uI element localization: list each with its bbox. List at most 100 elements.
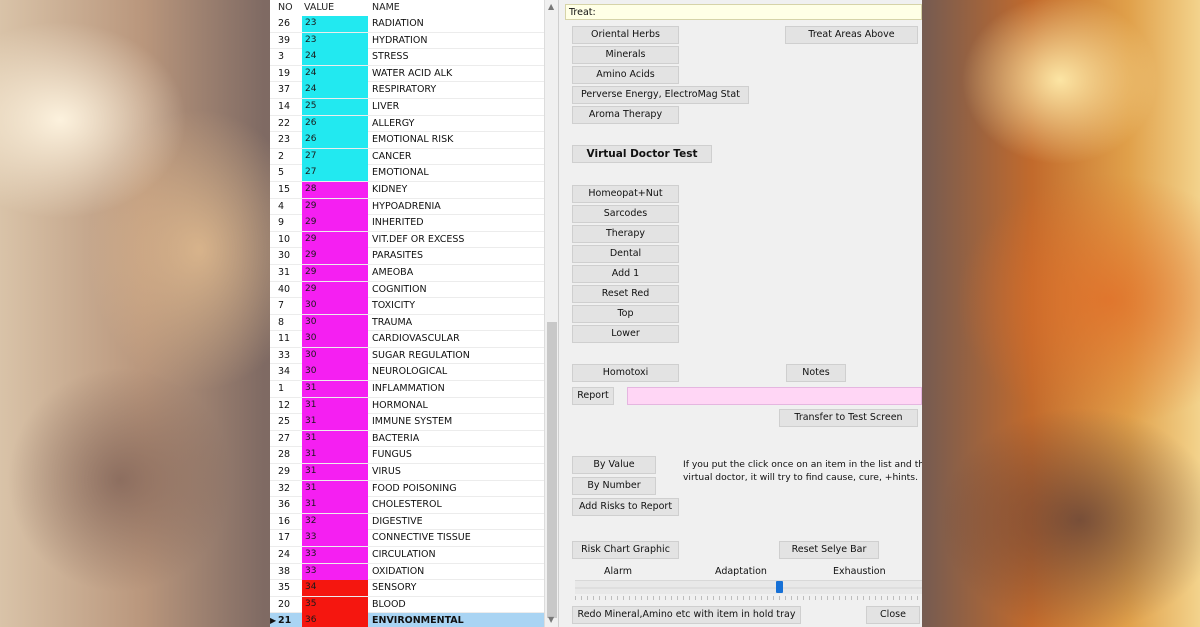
selye-alarm-label: Alarm <box>604 566 632 577</box>
homotoxi-button[interactable]: Homotoxi <box>572 364 679 382</box>
table-row[interactable]: 15 28 KIDNEY <box>270 181 544 199</box>
selye-slider-thumb[interactable] <box>776 581 783 593</box>
dental-button[interactable]: Dental <box>572 245 679 263</box>
row-value: 25 <box>302 98 368 115</box>
table-row[interactable]: 7 30 TOXICITY <box>270 298 544 315</box>
add-risks-to-report-button[interactable]: Add Risks to Report <box>572 498 679 516</box>
row-number: 29 <box>278 466 291 478</box>
table-row[interactable]: 2 27 CANCER <box>270 148 544 166</box>
table-row[interactable]: 20 35 BLOOD <box>270 596 544 614</box>
table-row[interactable]: 38 33 OXIDATION <box>270 563 544 581</box>
virtual-doctor-test-button[interactable]: Virtual Doctor Test <box>572 145 712 163</box>
row-number: 3 <box>278 51 285 63</box>
reset-red-button[interactable]: Reset Red <box>572 285 679 303</box>
table-row[interactable]: 1 31 INFLAMMATION <box>270 381 544 398</box>
table-row[interactable]: 22 26 ALLERGY <box>270 115 544 133</box>
report-field[interactable] <box>627 387 922 405</box>
table-row[interactable]: 26 23 RADIATION <box>270 16 544 33</box>
treat-areas-above-button[interactable]: Treat Areas Above <box>785 26 918 44</box>
row-name: BACTERIA <box>372 432 420 444</box>
row-value: 26 <box>302 132 368 149</box>
table-row[interactable]: 30 29 PARASITES <box>270 248 544 265</box>
table-row[interactable]: 19 24 WATER ACID ALK <box>270 65 544 83</box>
risk-chart-graphic-button[interactable]: Risk Chart Graphic <box>572 541 679 559</box>
table-row[interactable]: 10 29 VIT.DEF OR EXCESS <box>270 231 544 249</box>
transfer-to-test-screen-button[interactable]: Transfer to Test Screen <box>779 409 918 427</box>
table-row[interactable]: 28 31 FUNGUS <box>270 447 544 465</box>
hint-line-1: If you put the click once on an item in … <box>683 459 922 470</box>
row-value: 33 <box>302 547 368 563</box>
table-row[interactable]: 23 26 EMOTIONAL RISK <box>270 132 544 149</box>
table-row[interactable]: 40 29 COGNITION <box>270 281 544 299</box>
table-row[interactable]: ▶ 21 36 ENVIRONMENTAL <box>270 613 544 627</box>
column-header-name[interactable]: NAME <box>372 2 400 13</box>
table-row[interactable]: 3 24 STRESS <box>270 49 544 66</box>
table-row[interactable]: 32 31 FOOD POISONING <box>270 480 544 498</box>
notes-button[interactable]: Notes <box>786 364 846 382</box>
scroll-up-icon[interactable]: ▲ <box>548 2 554 11</box>
row-value: 26 <box>302 115 368 132</box>
scroll-thumb[interactable] <box>547 322 557 618</box>
row-value: 30 <box>302 314 368 331</box>
table-row[interactable]: 14 25 LIVER <box>270 98 544 116</box>
row-value: 33 <box>302 530 368 547</box>
list-scrollbar[interactable]: ▲ ▼ <box>544 0 558 627</box>
row-value: 29 <box>302 248 368 265</box>
table-row[interactable]: 12 31 HORMONAL <box>270 397 544 415</box>
amino-acids-button[interactable]: Amino Acids <box>572 66 679 84</box>
lower-button[interactable]: Lower <box>572 325 679 343</box>
oriental-herbs-button[interactable]: Oriental Herbs <box>572 26 679 44</box>
aroma-therapy-button[interactable]: Aroma Therapy <box>572 106 679 124</box>
top-button[interactable]: Top <box>572 305 679 323</box>
table-row[interactable]: 31 29 AMEOBA <box>270 264 544 282</box>
row-number: 15 <box>278 183 291 195</box>
table-row[interactable]: 29 31 VIRUS <box>270 464 544 481</box>
table-row[interactable]: 16 32 DIGESTIVE <box>270 513 544 531</box>
homeopat-nut-button[interactable]: Homeopat+Nut <box>572 185 679 203</box>
table-row[interactable]: 24 33 CIRCULATION <box>270 547 544 564</box>
table-row[interactable]: 4 29 HYPOADRENIA <box>270 198 544 216</box>
table-row[interactable]: 39 23 HYDRATION <box>270 32 544 50</box>
table-row[interactable]: 34 30 NEUROLOGICAL <box>270 364 544 382</box>
table-row[interactable]: 35 34 SENSORY <box>270 580 544 597</box>
row-value: 31 <box>302 414 368 431</box>
therapy-button[interactable]: Therapy <box>572 225 679 243</box>
row-name: HYDRATION <box>372 34 428 46</box>
sarcodes-button[interactable]: Sarcodes <box>572 205 679 223</box>
table-row[interactable]: 36 31 CHOLESTEROL <box>270 497 544 514</box>
table-row[interactable]: 33 30 SUGAR REGULATION <box>270 347 544 365</box>
treat-label: Treat: <box>569 7 596 18</box>
reset-selye-bar-button[interactable]: Reset Selye Bar <box>779 541 879 559</box>
table-row[interactable]: 25 31 IMMUNE SYSTEM <box>270 414 544 431</box>
row-name: IMMUNE SYSTEM <box>372 416 453 428</box>
selye-slider[interactable] <box>575 580 922 594</box>
row-name: COGNITION <box>372 283 427 295</box>
row-value: 23 <box>302 32 368 49</box>
row-name: RADIATION <box>372 18 424 29</box>
minerals-button[interactable]: Minerals <box>572 46 679 64</box>
column-header-no[interactable]: NO <box>278 2 293 13</box>
scroll-down-icon[interactable]: ▼ <box>548 615 554 624</box>
by-number-button[interactable]: By Number <box>572 477 656 495</box>
add-1-button[interactable]: Add 1 <box>572 265 679 283</box>
table-row[interactable]: 8 30 TRAUMA <box>270 314 544 332</box>
app-window: NO VALUE NAME 26 23 RADIATION 39 23 HYDRATION… <box>270 0 922 627</box>
table-row[interactable]: 5 27 EMOTIONAL <box>270 165 544 182</box>
redo-mineral-amino-button[interactable]: Redo Mineral,Amino etc with item in hold… <box>572 606 801 624</box>
table-row[interactable]: 17 33 CONNECTIVE TISSUE <box>270 530 544 547</box>
treat-field[interactable]: Treat: <box>565 4 922 20</box>
table-row[interactable]: 11 30 CARDIOVASCULAR <box>270 331 544 348</box>
row-number: 26 <box>278 18 291 29</box>
row-number: 24 <box>278 549 291 560</box>
row-name: LIVER <box>372 100 400 112</box>
by-value-button[interactable]: By Value <box>572 456 656 474</box>
row-name: KIDNEY <box>372 183 408 195</box>
table-row[interactable]: 9 29 INHERITED <box>270 215 544 232</box>
close-button[interactable]: Close <box>866 606 920 624</box>
column-header-value[interactable]: VALUE <box>304 2 334 13</box>
table-row[interactable]: 37 24 RESPIRATORY <box>270 82 544 99</box>
table-row[interactable]: 27 31 BACTERIA <box>270 430 544 448</box>
report-button[interactable]: Report <box>572 387 614 405</box>
row-number: 33 <box>278 349 291 361</box>
perverse-energy-button[interactable]: Perverse Energy, ElectroMag Stat <box>572 86 749 104</box>
